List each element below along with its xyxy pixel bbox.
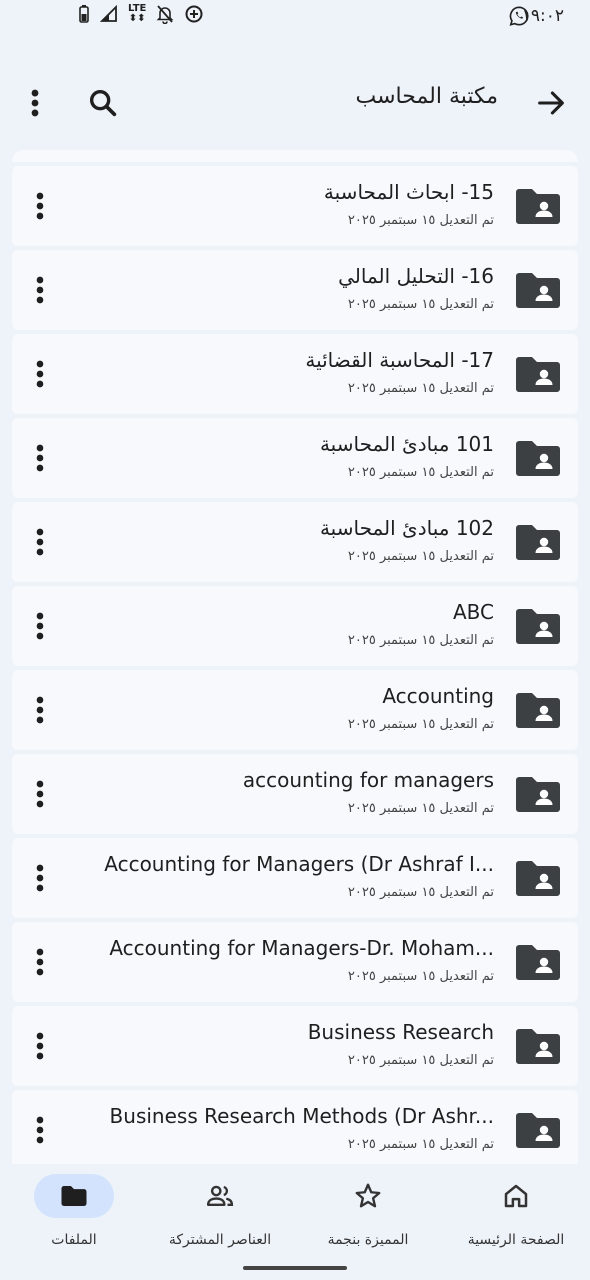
star-icon	[355, 1183, 381, 1208]
more-options-icon[interactable]	[26, 1030, 54, 1062]
more-options-icon[interactable]	[26, 946, 54, 978]
file-list-item[interactable]: 17- المحاسبة القضائية تم التعديل ١٥ سبتم…	[12, 334, 578, 414]
file-modified-date: تم التعديل ١٥ سبتمبر ٢٠٢٥	[347, 885, 494, 900]
more-options-icon[interactable]	[26, 862, 54, 894]
bottom-navigation: الصفحة الرئيسية المميزة بنجمة العناصر ال…	[0, 1164, 590, 1280]
nav-starred[interactable]: المميزة بنجمة	[298, 1172, 438, 1262]
file-modified-date: تم التعديل ١٥ سبتمبر ٢٠٢٥	[347, 549, 494, 564]
signal-icon	[100, 5, 117, 22]
shared-folder-icon	[516, 441, 560, 476]
shared-folder-icon	[516, 357, 560, 392]
list-top-edge	[12, 150, 578, 162]
home-indicator[interactable]	[243, 1266, 347, 1270]
data-saver-icon	[185, 5, 203, 23]
file-modified-date: تم التعديل ١٥ سبتمبر ٢٠٢٥	[347, 801, 494, 816]
status-time: ١٩:٠٢	[521, 6, 564, 26]
more-options-icon[interactable]	[26, 442, 54, 474]
file-list-item[interactable]: 15- ابحاث المحاسبة تم التعديل ١٥ سبتمبر …	[12, 166, 578, 246]
file-list-item[interactable]: Accounting تم التعديل ١٥ سبتمبر ٢٠٢٥	[12, 670, 578, 750]
file-name: Accounting for Managers-Dr. Moham...	[109, 936, 494, 960]
shared-folder-icon	[516, 861, 560, 896]
file-name: 102 مبادئ المحاسبة	[319, 516, 494, 540]
file-modified-date: تم التعديل ١٥ سبتمبر ٢٠٢٥	[347, 381, 494, 396]
shared-folder-icon	[516, 1113, 560, 1148]
shared-folder-icon	[516, 189, 560, 224]
file-modified-date: تم التعديل ١٥ سبتمبر ٢٠٢٥	[347, 717, 494, 732]
page-title: مكتبة المحاسب	[355, 84, 498, 109]
more-options-icon[interactable]	[26, 274, 54, 306]
shared-folder-icon	[516, 777, 560, 812]
file-modified-date: تم التعديل ١٥ سبتمبر ٢٠٢٥	[347, 1137, 494, 1152]
more-options-icon[interactable]	[26, 1114, 54, 1146]
file-name: Accounting	[382, 684, 494, 708]
file-list-item[interactable]: accounting for managers تم التعديل ١٥ سب…	[12, 754, 578, 834]
back-arrow-icon[interactable]	[534, 86, 568, 120]
battery-icon	[79, 5, 89, 23]
more-options-icon[interactable]	[26, 358, 54, 390]
more-options-icon[interactable]	[26, 190, 54, 222]
file-list-item[interactable]: 101 مبادئ المحاسبة تم التعديل ١٥ سبتمبر …	[12, 418, 578, 498]
more-options-icon[interactable]	[26, 526, 54, 558]
more-options-icon[interactable]	[26, 778, 54, 810]
file-name: 16- التحليل المالي	[338, 264, 494, 288]
file-name: 17- المحاسبة القضائية	[305, 348, 494, 372]
file-name: 101 مبادئ المحاسبة	[319, 432, 494, 456]
nav-files[interactable]: الملفات	[4, 1172, 144, 1262]
file-list-item[interactable]: Accounting for Managers (Dr Ashraf I... …	[12, 838, 578, 918]
file-name: Business Research	[307, 1020, 494, 1044]
file-name: Accounting for Managers (Dr Ashraf I...	[104, 852, 494, 876]
file-list-item[interactable]: ABC تم التعديل ١٥ سبتمبر ٢٠٢٥	[12, 586, 578, 666]
file-name: 15- ابحاث المحاسبة	[323, 180, 494, 204]
people-icon	[206, 1185, 234, 1206]
nav-home[interactable]: الصفحة الرئيسية	[446, 1172, 586, 1262]
more-options-icon[interactable]	[20, 86, 50, 120]
file-name: accounting for managers	[242, 768, 494, 792]
file-list-item[interactable]: Accounting for Managers-Dr. Moham... تم …	[12, 922, 578, 1002]
shared-folder-icon	[516, 945, 560, 980]
nav-label: العناصر المشتركة	[168, 1232, 272, 1248]
search-icon[interactable]	[86, 86, 120, 120]
file-name: Business Research Methods (Dr Ashr...	[109, 1104, 494, 1128]
file-modified-date: تم التعديل ١٥ سبتمبر ٢٠٢٥	[347, 213, 494, 228]
notifications-off-icon	[156, 5, 174, 24]
more-options-icon[interactable]	[26, 610, 54, 642]
top-app-bar: مكتبة المحاسب	[0, 70, 590, 136]
status-icons: LTE ⬍⬍	[78, 4, 204, 24]
file-list-item[interactable]: Business Research Methods (Dr Ashr... تم…	[12, 1090, 578, 1164]
file-modified-date: تم التعديل ١٥ سبتمبر ٢٠٢٥	[347, 633, 494, 648]
nav-label: المميزة بنجمة	[327, 1232, 409, 1248]
file-list-item[interactable]: 102 مبادئ المحاسبة تم التعديل ١٥ سبتمبر …	[12, 502, 578, 582]
nav-label: الصفحة الرئيسية	[467, 1232, 565, 1248]
file-modified-date: تم التعديل ١٥ سبتمبر ٢٠٢٥	[347, 1053, 494, 1068]
file-list-item[interactable]: 16- التحليل المالي تم التعديل ١٥ سبتمبر …	[12, 250, 578, 330]
nav-label: الملفات	[51, 1232, 97, 1248]
shared-folder-icon	[516, 273, 560, 308]
network-type: LTE ⬍⬍	[128, 3, 147, 24]
file-name: ABC	[452, 600, 494, 624]
file-list-item[interactable]: Business Research تم التعديل ١٥ سبتمبر ٢…	[12, 1006, 578, 1086]
shared-folder-icon	[516, 609, 560, 644]
file-modified-date: تم التعديل ١٥ سبتمبر ٢٠٢٥	[347, 465, 494, 480]
shared-folder-icon	[516, 693, 560, 728]
more-options-icon[interactable]	[26, 694, 54, 726]
nav-shared[interactable]: العناصر المشتركة	[150, 1172, 290, 1262]
shared-folder-icon	[516, 1029, 560, 1064]
file-list: 15- ابحاث المحاسبة تم التعديل ١٥ سبتمبر …	[12, 150, 578, 1164]
home-icon	[504, 1184, 528, 1208]
folder-icon	[61, 1186, 87, 1206]
status-bar: LTE ⬍⬍ ١٩:٠٢	[0, 0, 590, 34]
shared-folder-icon	[516, 525, 560, 560]
file-modified-date: تم التعديل ١٥ سبتمبر ٢٠٢٥	[347, 969, 494, 984]
file-modified-date: تم التعديل ١٥ سبتمبر ٢٠٢٥	[347, 297, 494, 312]
